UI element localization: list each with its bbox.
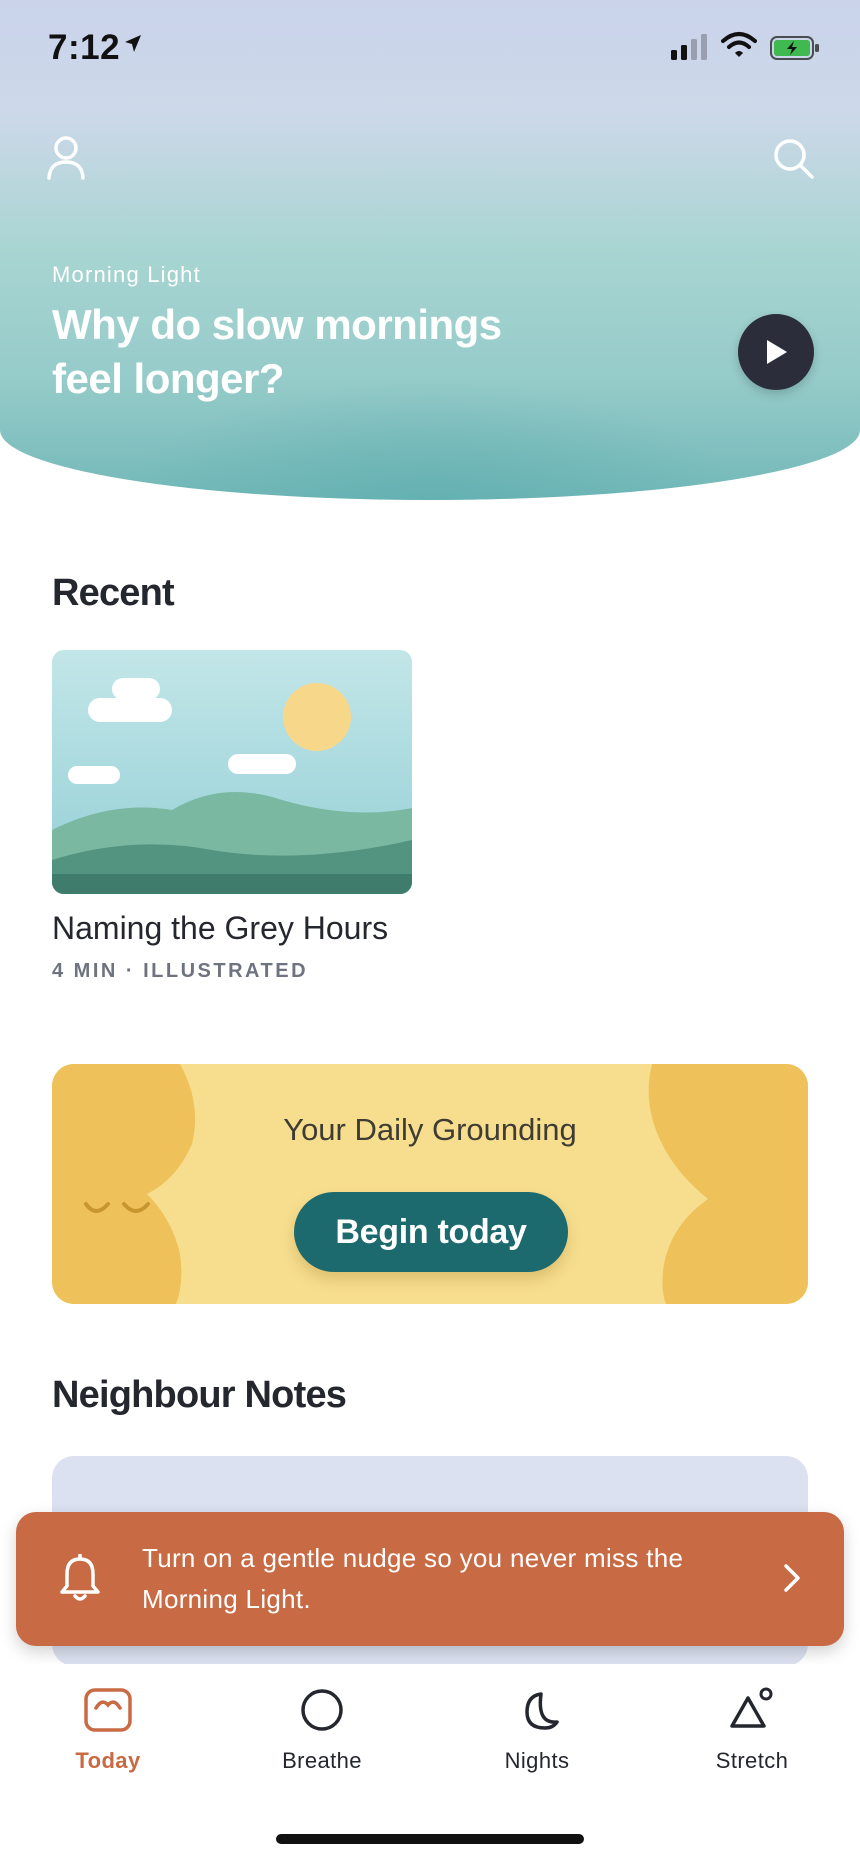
begin-today-button[interactable]: Begin today — [294, 1192, 568, 1272]
nudge-banner[interactable]: Turn on a gentle nudge so you never miss… — [16, 1512, 844, 1646]
bell-icon — [60, 1554, 100, 1601]
tab-breathe-label: Breathe — [282, 1748, 362, 1773]
profile-icon[interactable] — [46, 136, 86, 180]
play-icon — [767, 340, 787, 364]
grounding-title: Your Daily Grounding — [283, 1112, 577, 1147]
cellular-signal-icon — [671, 34, 707, 60]
recent-section-title: Recent — [52, 572, 175, 614]
tab-stretch[interactable]: Stretch — [672, 1684, 832, 1784]
tab-today[interactable]: Today — [28, 1684, 188, 1784]
home-indicator[interactable] — [276, 1834, 584, 1844]
nudge-text: Turn on a gentle nudge so you never miss… — [142, 1543, 684, 1614]
tab-today-label: Today — [75, 1748, 141, 1773]
wifi-icon — [721, 32, 757, 57]
tab-nights[interactable]: Nights — [457, 1684, 617, 1784]
moon-icon — [525, 1692, 559, 1730]
battery-icon — [770, 36, 819, 60]
tab-breathe[interactable]: Breathe — [242, 1684, 402, 1784]
today-icon — [84, 1688, 132, 1732]
recent-card-title: Naming the Grey Hours — [52, 910, 389, 946]
recent-card-thumbnail — [52, 650, 412, 894]
chevron-right-icon — [784, 1564, 800, 1592]
daily-grounding-card[interactable]: Your Daily Grounding Begin today — [52, 1064, 808, 1304]
neighbour-notes-section-title: Neighbour Notes — [52, 1374, 347, 1416]
recent-card[interactable]: Naming the Grey Hours 4 MIN · ILLUSTRATE… — [52, 650, 412, 982]
status-time: 7:12 — [48, 28, 121, 67]
triangle-icon — [730, 1687, 773, 1728]
status-bar: 7:12 — [0, 0, 860, 100]
tab-stretch-label: Stretch — [715, 1748, 789, 1773]
play-button[interactable] — [738, 314, 814, 390]
recent-card-meta: 4 MIN · ILLUSTRATED — [52, 960, 309, 982]
circle-icon — [301, 1689, 343, 1731]
location-arrow-icon — [125, 35, 141, 52]
tab-nights-label: Nights — [504, 1748, 570, 1773]
hero-title[interactable]: Why do slow mornings feel longer? — [52, 298, 552, 406]
search-icon[interactable] — [772, 137, 816, 181]
hero-eyebrow: Morning Light — [52, 262, 201, 287]
